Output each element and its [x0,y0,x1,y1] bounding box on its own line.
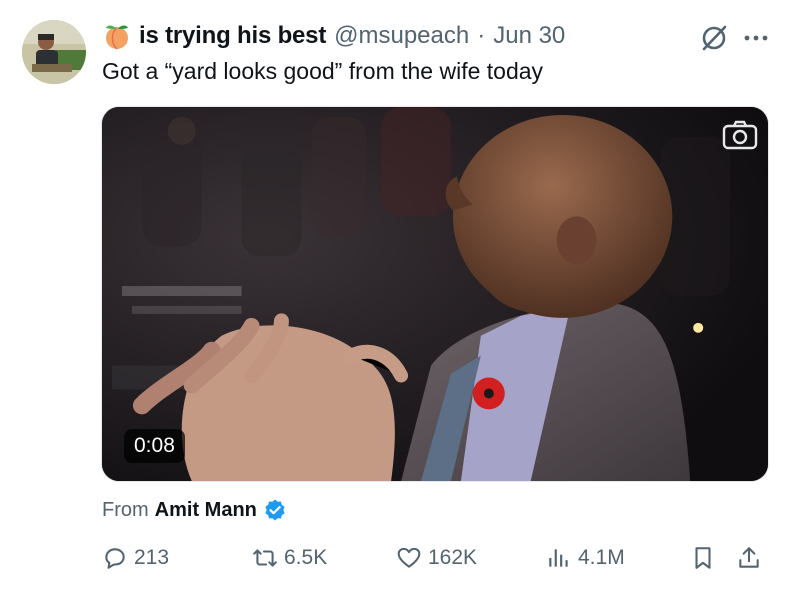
header-separator: · [477,22,486,49]
heart-icon [397,547,421,568]
camera-icon[interactable] [722,119,758,151]
video-frame-image [102,107,768,481]
tweet-date[interactable]: Jun 30 [493,22,565,50]
reply-button[interactable]: 213 [102,538,169,578]
more-options-icon[interactable] [742,24,770,52]
views-chart-icon [549,549,568,567]
attribution-prefix: From [102,498,149,521]
tweet-header: is trying his best @msupeach · Jun 30 [103,20,565,52]
bookmark-icon [695,547,711,569]
grok-icon[interactable] [698,22,730,54]
repost-count: 6.5K [284,546,328,569]
reply-icon [105,548,125,569]
tweet-text: Got a “yard looks good” from the wife to… [102,58,544,84]
repost-icon [253,549,277,567]
share-icon [739,547,759,568]
author-handle[interactable]: @msupeach [334,22,469,50]
author-display-name[interactable]: is trying his best [139,22,326,50]
share-button[interactable] [736,538,762,578]
tweet-video[interactable]: 0:08 [101,106,769,482]
reply-count: 213 [134,546,170,569]
like-button[interactable]: 162K [396,538,477,578]
views-button[interactable]: 4.1M [546,538,625,578]
bookmark-button[interactable] [690,538,716,578]
video-attribution: From Amit Mann [102,498,287,522]
author-avatar[interactable] [22,20,86,84]
verified-badge-icon [265,499,285,521]
view-count: 4.1M [578,546,625,569]
repost-button[interactable]: 6.5K [252,538,327,578]
peach-emoji-icon [106,25,128,50]
tweet-actions-bar: 213 6.5K 162K 4.1M [100,538,770,578]
attribution-source[interactable]: Amit Mann [155,499,257,522]
like-count: 162K [428,546,478,569]
video-duration-badge: 0:08 [124,429,185,463]
